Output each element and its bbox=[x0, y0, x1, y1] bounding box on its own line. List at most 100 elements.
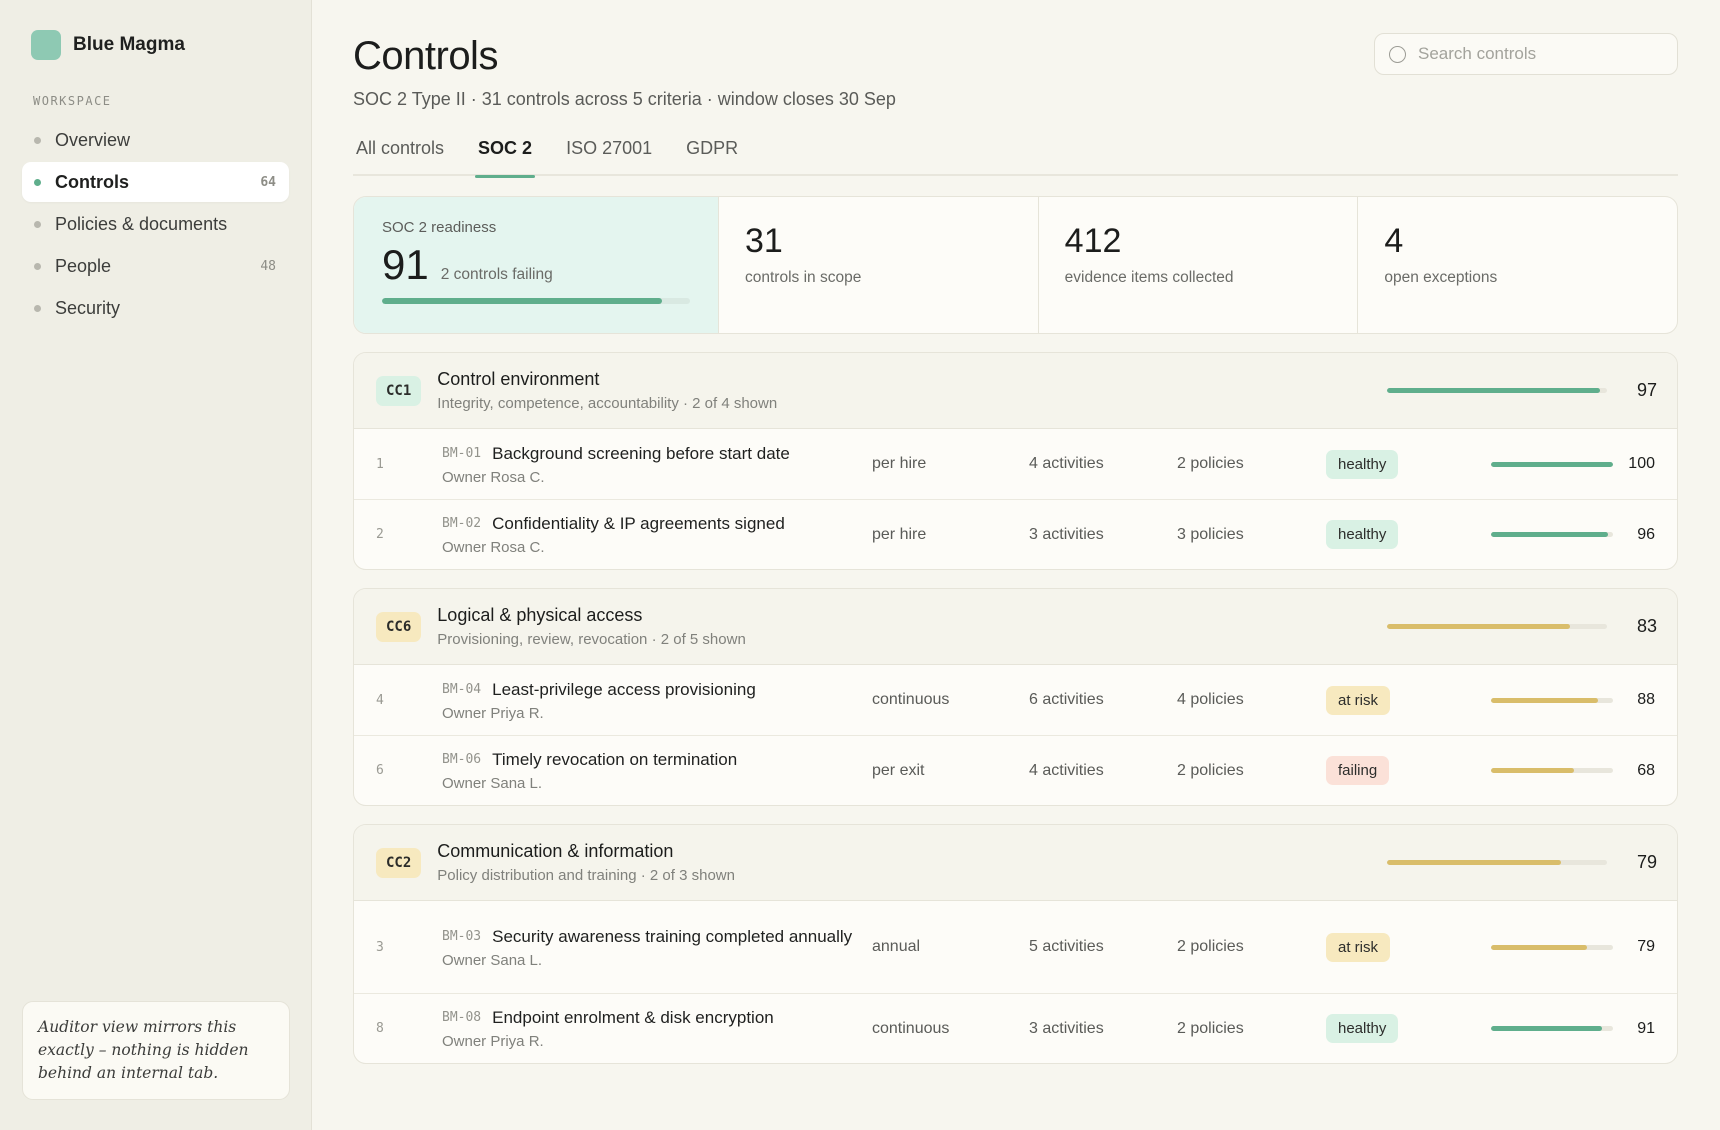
control-title[interactable]: Timely revocation on termination bbox=[492, 749, 737, 771]
control-title-line: BM-02 Confidentiality & IP agreements sig… bbox=[442, 513, 872, 535]
sidebar-item-count: 64 bbox=[260, 174, 276, 190]
control-title[interactable]: Background screening before start date bbox=[492, 443, 790, 465]
group-progress-fill bbox=[1387, 860, 1561, 865]
control-title[interactable]: Confidentiality & IP agreements signed bbox=[492, 513, 785, 535]
sidebar-item-security[interactable]: Security bbox=[22, 288, 289, 328]
group-progress-bar bbox=[1387, 860, 1607, 865]
control-title[interactable]: Endpoint enrolment & disk encryption bbox=[492, 1007, 774, 1029]
group-header[interactable]: CC6 Logical & physical access Provisioning… bbox=[354, 589, 1677, 665]
sidebar-item-overview[interactable]: Overview bbox=[22, 120, 289, 160]
sidebar-nav: Overview Controls 64 Policies & documents Pe… bbox=[22, 120, 289, 328]
status-badge: healthy bbox=[1326, 449, 1399, 479]
group-title: Logical & physical access bbox=[437, 605, 643, 625]
stat-value: 31 bbox=[745, 222, 783, 260]
row-index: 3 bbox=[376, 939, 384, 955]
nav-dot-icon bbox=[34, 262, 41, 270]
tab-soc-2[interactable]: SOC 2 bbox=[475, 136, 536, 178]
stat-card: 31 controls in scope bbox=[718, 197, 1038, 333]
status-badge: healthy bbox=[1326, 1014, 1399, 1043]
control-policies: 2 policies bbox=[1177, 455, 1244, 472]
control-groups: CC1 Control environment Integrity, compete… bbox=[353, 352, 1678, 1064]
control-frequency: continuous bbox=[872, 1019, 950, 1037]
control-title[interactable]: Security awareness training completed an… bbox=[492, 926, 852, 948]
control-title[interactable]: Least-privilege access provisioning bbox=[492, 679, 756, 701]
control-title-line: BM-03 Security awareness training complet… bbox=[442, 926, 872, 948]
page-subtitle: SOC 2 Type II · 31 controls across 5 cri… bbox=[353, 89, 896, 109]
control-owner: Owner Priya R. bbox=[442, 704, 544, 722]
search-icon bbox=[1389, 45, 1406, 63]
control-info: BM-01 Background screening before start d… bbox=[442, 443, 872, 486]
control-policies: 2 policies bbox=[1177, 1019, 1244, 1037]
search-input[interactable] bbox=[1418, 44, 1663, 64]
control-progress-fill bbox=[1491, 1026, 1603, 1031]
control-info: BM-06 Timely revocation on termination Own… bbox=[442, 749, 872, 792]
control-policies: 2 policies bbox=[1177, 938, 1244, 955]
control-code: BM-03 bbox=[442, 928, 482, 944]
sidebar-item-people[interactable]: People 48 bbox=[22, 246, 289, 286]
brand[interactable]: Blue Magma bbox=[22, 30, 289, 60]
control-activities: 3 activities bbox=[1029, 525, 1104, 543]
sidebar-item-policies-documents[interactable]: Policies & documents bbox=[22, 204, 289, 244]
control-score: 91 bbox=[1637, 1019, 1655, 1037]
control-owner: Owner Sana L. bbox=[442, 775, 543, 792]
status-badge: healthy bbox=[1326, 520, 1399, 549]
control-info: BM-04 Least-privilege access provisioning… bbox=[442, 679, 872, 722]
control-frequency: per hire bbox=[872, 455, 927, 472]
tab-gdpr[interactable]: GDPR bbox=[683, 136, 741, 176]
control-progress-fill bbox=[1491, 532, 1609, 537]
control-info: BM-02 Confidentiality & IP agreements sig… bbox=[442, 513, 872, 556]
sidebar-item-label: Policies & documents bbox=[55, 213, 228, 234]
control-row[interactable]: 4 BM-04 Least-privilege access provisionin… bbox=[354, 665, 1677, 735]
app-window: Blue Magma WORKSPACE Overview Controls 64 P… bbox=[0, 0, 1720, 1130]
group-score: 79 bbox=[1636, 852, 1657, 872]
control-progress-bar bbox=[1491, 768, 1613, 773]
readiness-progress-bar bbox=[382, 298, 690, 304]
group-header[interactable]: CC1 Control environment Integrity, compete… bbox=[354, 353, 1677, 429]
row-index: 6 bbox=[376, 763, 384, 778]
group-header[interactable]: CC2 Communication & information Policy dis… bbox=[354, 825, 1677, 901]
control-row[interactable]: 1 BM-01 Background screening before start … bbox=[354, 429, 1677, 499]
control-progress-bar bbox=[1491, 697, 1613, 703]
tab-all-controls[interactable]: All controls bbox=[353, 136, 447, 176]
control-owner: Owner Priya R. bbox=[442, 1033, 544, 1050]
group-progress-bar bbox=[1387, 388, 1607, 393]
tab-iso-27001[interactable]: ISO 27001 bbox=[563, 136, 655, 176]
sidebar-item-label: Security bbox=[55, 297, 121, 318]
control-frequency: per exit bbox=[872, 761, 925, 779]
stat-label: open exceptions bbox=[1384, 269, 1498, 286]
control-row[interactable]: 8 BM-08 Endpoint enrolment & disk encrypti… bbox=[354, 993, 1677, 1063]
control-row[interactable]: 3 BM-03 Security awareness training comple… bbox=[354, 901, 1677, 993]
control-activities: 4 activities bbox=[1029, 455, 1104, 472]
control-owner: Owner Rosa C. bbox=[442, 539, 545, 556]
sidebar-item-controls[interactable]: Controls 64 bbox=[22, 162, 289, 202]
stat-card: 4 open exceptions bbox=[1357, 197, 1677, 333]
criteria-code-badge: CC6 bbox=[376, 611, 422, 642]
nav-dot-icon bbox=[34, 304, 41, 312]
control-progress-fill bbox=[1491, 697, 1599, 703]
group-score: 97 bbox=[1636, 380, 1657, 400]
row-index: 2 bbox=[376, 527, 384, 542]
control-activities: 5 activities bbox=[1029, 938, 1104, 955]
control-progress-bar bbox=[1491, 532, 1613, 537]
control-group: CC2 Communication & information Policy dis… bbox=[353, 824, 1678, 1064]
readiness-value: 91 bbox=[382, 241, 429, 288]
control-title-line: BM-04 Least-privilege access provisioning bbox=[442, 679, 872, 701]
control-row[interactable]: 2 BM-02 Confidentiality & IP agreements si… bbox=[354, 499, 1677, 569]
control-activities: 3 activities bbox=[1029, 1019, 1104, 1037]
readiness-sub: 2 controls failing bbox=[440, 266, 553, 283]
control-score: 68 bbox=[1637, 761, 1655, 779]
control-score: 96 bbox=[1637, 525, 1655, 543]
search-box[interactable] bbox=[1374, 33, 1678, 75]
brand-logo-icon bbox=[31, 30, 61, 60]
control-progress-fill bbox=[1491, 461, 1613, 467]
group-titles: Communication & information Policy distri… bbox=[437, 841, 1387, 884]
control-row[interactable]: 6 BM-06 Timely revocation on termination Ow… bbox=[354, 735, 1677, 805]
control-group: CC1 Control environment Integrity, compete… bbox=[353, 352, 1678, 570]
stat-label: controls in scope bbox=[745, 269, 862, 286]
status-cell: at risk bbox=[1326, 685, 1491, 715]
status-cell: healthy bbox=[1326, 520, 1491, 549]
control-score: 79 bbox=[1637, 938, 1655, 955]
control-score: 100 bbox=[1628, 455, 1655, 472]
nav-dot-icon bbox=[34, 220, 41, 228]
sidebar-item-label: Controls bbox=[55, 171, 129, 192]
